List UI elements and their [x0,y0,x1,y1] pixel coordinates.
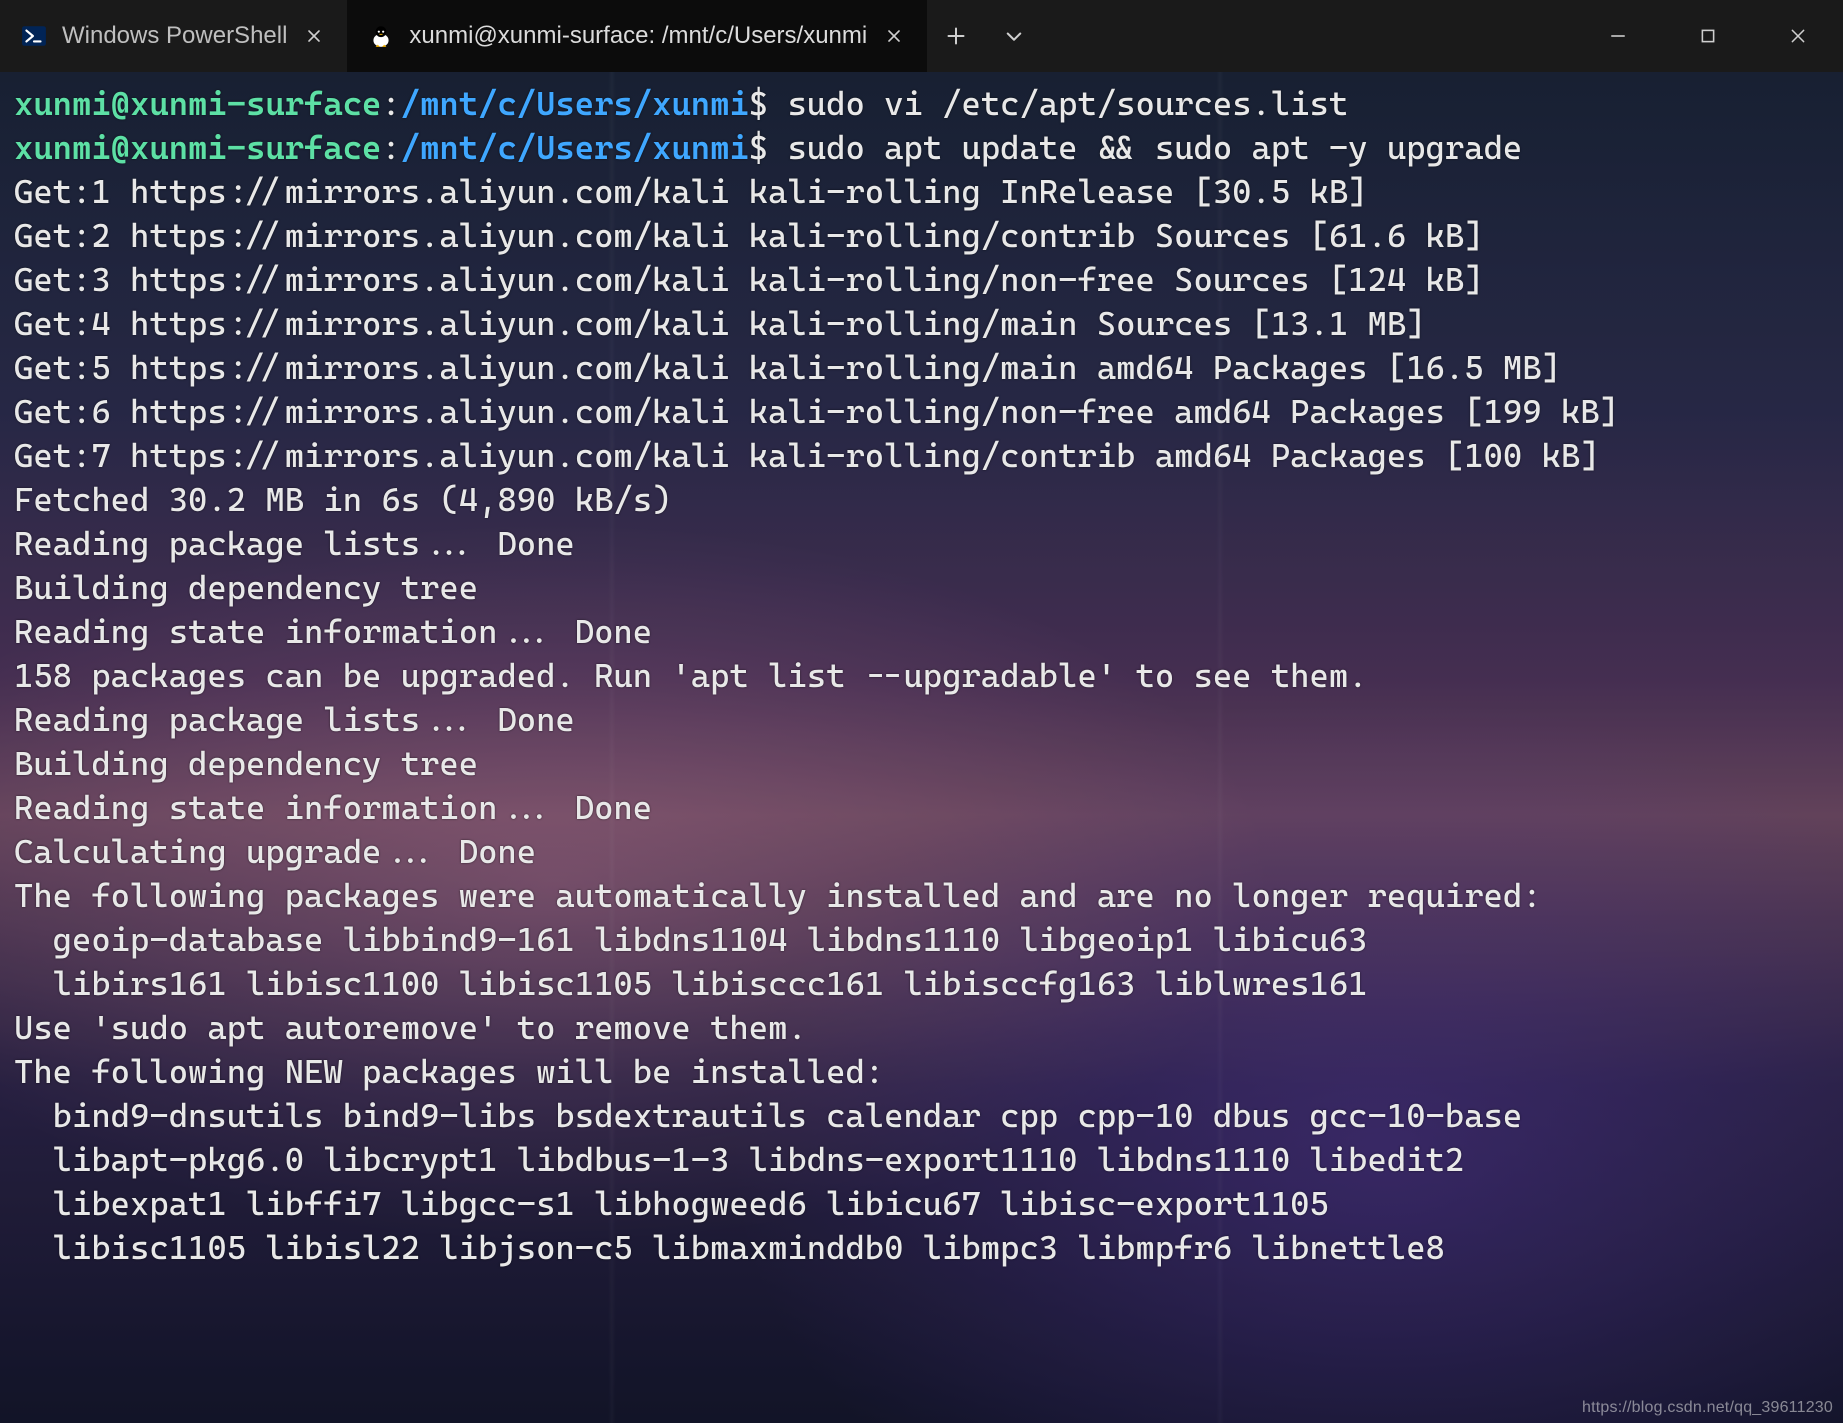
tab-wsl[interactable]: xunmi@xunmi-surface: /mnt/c/Users/xunmi [347,0,927,72]
terminal-pane[interactable]: xunmi@xunmi-surface:/mnt/c/Users/xunmi$ … [0,72,1843,1423]
titlebar: Windows PowerShell xunmi@xunmi-surface: … [0,0,1843,72]
new-tab-button[interactable] [927,0,985,72]
tab-label: xunmi@xunmi-surface: /mnt/c/Users/xunmi [409,22,867,50]
close-window-button[interactable] [1753,0,1843,72]
minimize-button[interactable] [1573,0,1663,72]
tux-icon [367,22,395,50]
maximize-button[interactable] [1663,0,1753,72]
tab-powershell[interactable]: Windows PowerShell [0,0,347,72]
tab-dropdown-button[interactable] [985,0,1043,72]
watermark-text: https://blog.csdn.net/qq_39611230 [1582,1399,1833,1417]
tab-strip: Windows PowerShell xunmi@xunmi-surface: … [0,0,1043,72]
powershell-icon [20,22,48,50]
tab-close-button[interactable] [881,23,907,49]
tab-label: Windows PowerShell [62,22,287,50]
terminal-output: xunmi@xunmi-surface:/mnt/c/Users/xunmi$ … [0,72,1843,1280]
tab-close-button[interactable] [301,23,327,49]
window-controls [1573,0,1843,72]
